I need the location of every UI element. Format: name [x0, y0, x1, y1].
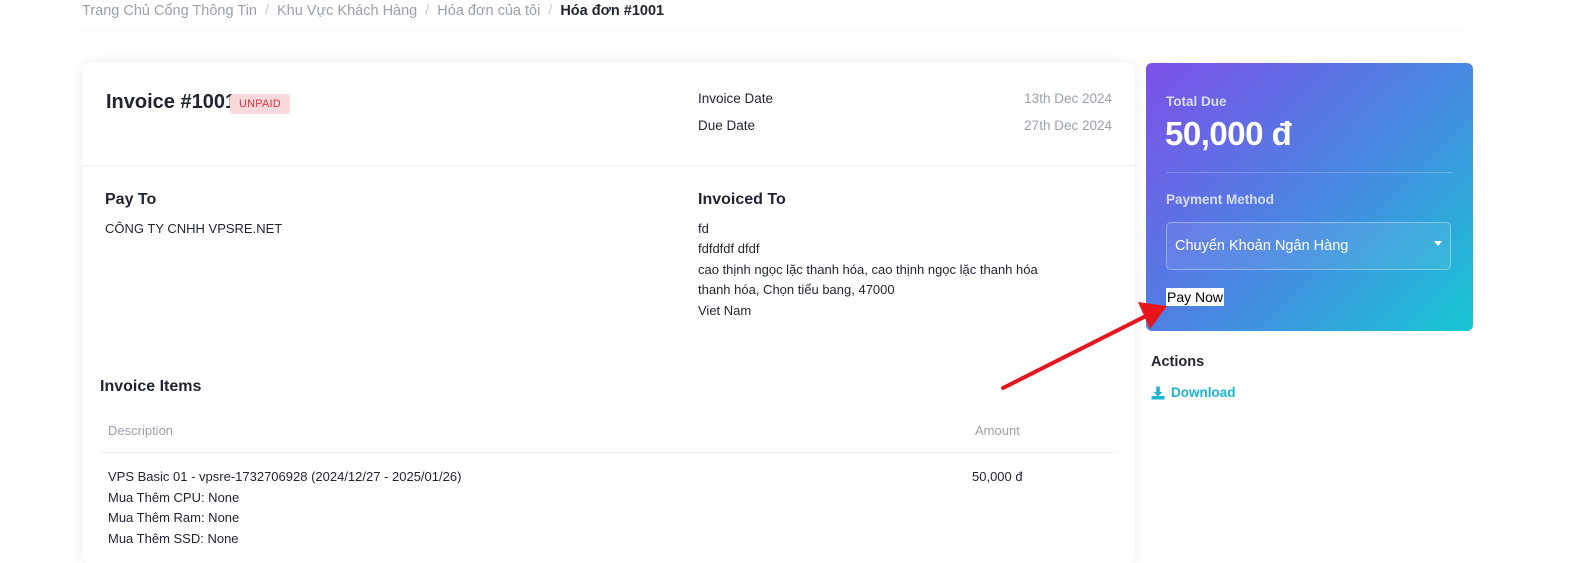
table-header-divider [100, 452, 1117, 453]
breadcrumb-separator: / [548, 3, 553, 19]
payment-method-value: Chuyển Khoản Ngân Hàng [1175, 238, 1349, 254]
caret-down-icon [1434, 241, 1442, 246]
invoiced-to-line: thanh hóa, Chọn tiểu bang, 47000 [698, 282, 895, 297]
due-date-value: 27th Dec 2024 [1024, 118, 1112, 133]
invoice-date-value: 13th Dec 2024 [1024, 91, 1112, 106]
total-due-amount: 50,000 đ [1165, 115, 1292, 152]
invoice-items-title: Invoice Items [100, 378, 202, 395]
due-date-label: Due Date [698, 118, 756, 133]
invoiced-to-line: cao thịnh ngọc lặc thanh hóa, cao thịnh … [698, 262, 1038, 277]
invoiced-to-title: Invoiced To [698, 191, 786, 208]
column-header-amount: Amount [975, 423, 1020, 438]
invoice-card: Invoice #1001 UNPAID Invoice Date 13th D… [82, 63, 1135, 563]
breadcrumb-separator: / [264, 3, 269, 19]
invoiced-to-line: fdfdfdf dfdf [698, 241, 760, 256]
pay-now-button[interactable]: Pay Now [1166, 288, 1225, 306]
header-divider [82, 30, 1462, 31]
panel-divider [1166, 172, 1453, 173]
breadcrumb-item-client-area[interactable]: Khu Vực Khách Hàng [277, 3, 417, 19]
payment-method-label: Payment Method [1166, 192, 1275, 207]
item-description: Mua Thêm Ram: None [108, 510, 240, 525]
payment-method-select[interactable]: Chuyển Khoản Ngân Hàng [1166, 222, 1451, 270]
download-link[interactable]: Download [1151, 385, 1236, 400]
breadcrumb: Trang Chủ Cổng Thông Tin / Khu Vực Khách… [82, 3, 664, 19]
actions-title: Actions [1151, 354, 1205, 370]
item-description: VPS Basic 01 - vpsre-1732706928 (2024/12… [108, 469, 462, 484]
column-header-description: Description [108, 423, 174, 438]
payment-panel: Total Due 50,000 đ Payment Method Chuyển… [1146, 63, 1473, 331]
invoiced-to-line: Viet Nam [698, 303, 752, 318]
card-divider [82, 165, 1135, 166]
download-icon [1151, 386, 1165, 399]
item-description: Mua Thêm CPU: None [108, 490, 240, 505]
invoice-title: Invoice #1001 [106, 91, 237, 113]
pay-to-title: Pay To [105, 191, 157, 208]
status-badge: UNPAID [230, 94, 290, 114]
breadcrumb-item-my-invoices[interactable]: Hóa đơn của tôi [437, 3, 540, 19]
breadcrumb-item-portal-home[interactable]: Trang Chủ Cổng Thông Tin [82, 3, 257, 19]
breadcrumb-separator: / [425, 3, 430, 19]
invoice-date-label: Invoice Date [698, 91, 774, 106]
item-amount: 50,000 đ [972, 469, 1023, 484]
download-label: Download [1171, 385, 1236, 400]
total-due-label: Total Due [1166, 94, 1227, 109]
pay-to-line: CÔNG TY CNHH VPSRE.NET [105, 221, 283, 236]
invoiced-to-line: fd [698, 221, 709, 236]
breadcrumb-current: Hóa đơn #1001 [560, 3, 665, 19]
item-description: Mua Thêm SSD: None [108, 531, 239, 546]
